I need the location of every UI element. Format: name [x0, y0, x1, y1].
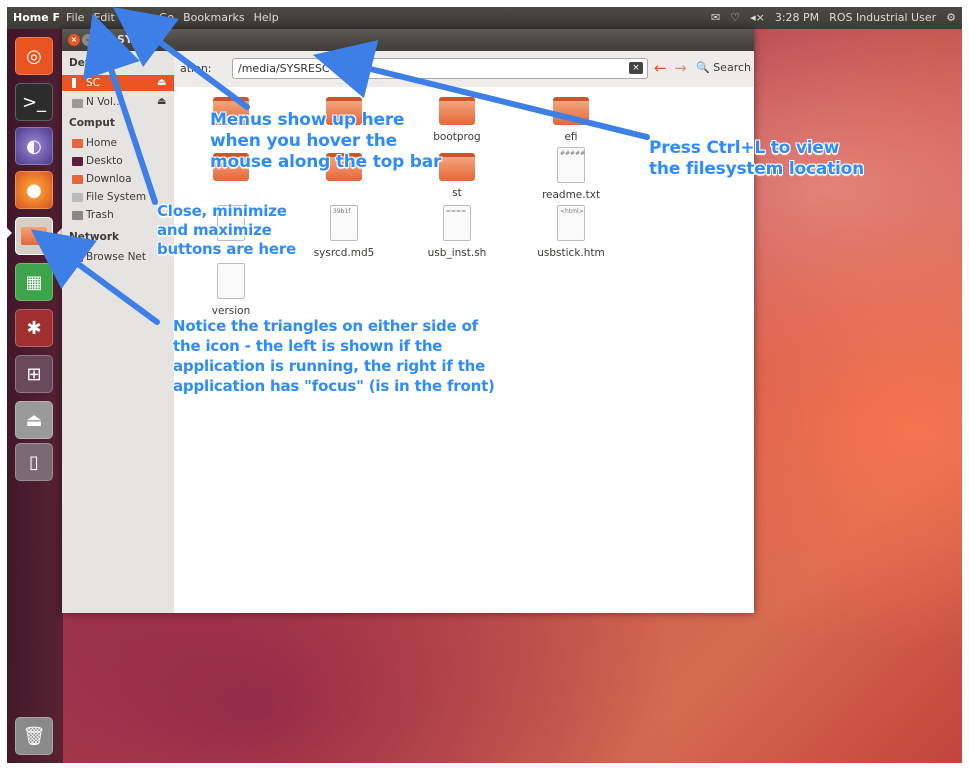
annotation-window-buttons: Close, minimize and maximize buttons are… — [157, 202, 297, 258]
annotation-menus: Menus show up here when you hover the mo… — [210, 110, 442, 172]
annotation-ctrl-l: Press Ctrl+L to view the filesystem loca… — [649, 138, 865, 179]
arrow-to-window-buttons — [82, 13, 158, 205]
arrow-to-launcher — [30, 229, 160, 325]
desktop: Home F File Edit View Go Bookmarks Help … — [7, 7, 962, 763]
annotation-triangles: Notice the triangles on either side of t… — [173, 317, 495, 395]
arrow-to-menus — [112, 7, 250, 110]
